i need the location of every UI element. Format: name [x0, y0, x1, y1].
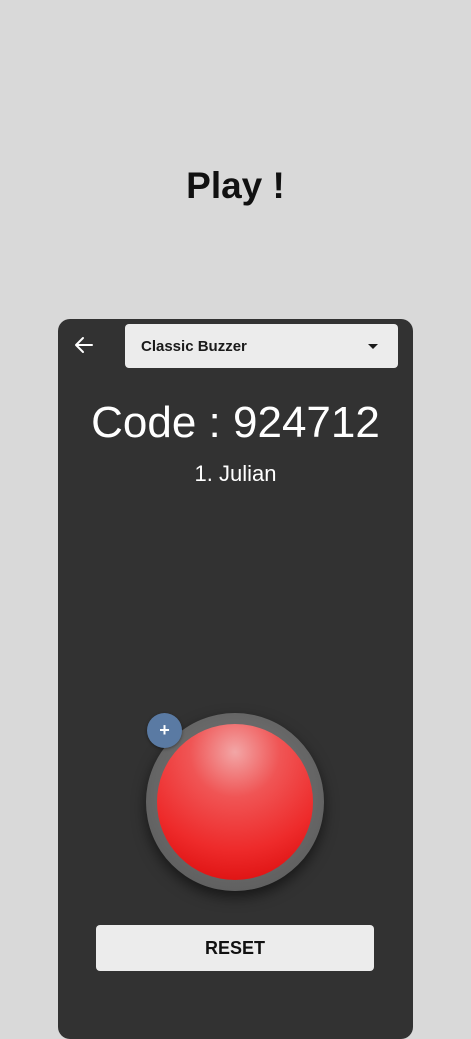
buzzer-button[interactable]	[157, 724, 313, 880]
back-button[interactable]	[72, 333, 96, 357]
reset-button[interactable]: RESET	[96, 925, 374, 971]
add-button[interactable]: +	[147, 713, 182, 748]
room-code-label: Code :	[91, 398, 234, 447]
page-title: Play !	[186, 165, 285, 206]
game-mode-select[interactable]: Classic Buzzer	[125, 324, 398, 368]
room-code: Code : 924712	[58, 397, 413, 449]
plus-icon: +	[159, 720, 170, 740]
buzzer-panel: Classic Buzzer Code : 924712 1. Julian +…	[58, 319, 413, 1039]
caret-down-icon	[368, 343, 378, 349]
room-code-value: 924712	[233, 398, 380, 447]
player-list-item: 1. Julian	[194, 461, 277, 486]
game-mode-value: Classic Buzzer	[141, 337, 247, 355]
arrow-left-icon	[75, 337, 93, 353]
